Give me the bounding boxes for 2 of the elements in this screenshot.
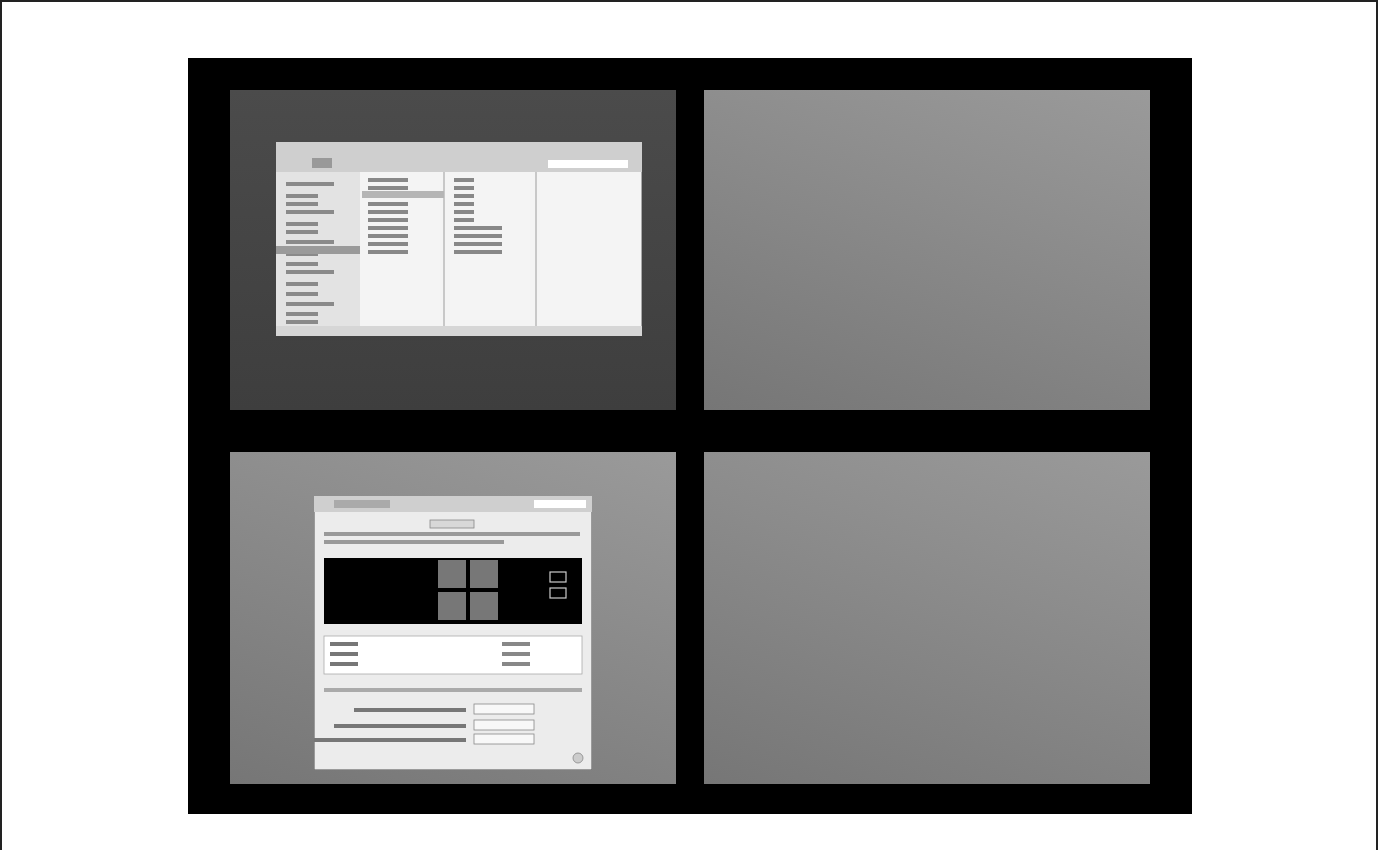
desktop-space[interactable] [229,90,675,410]
desktop-space[interactable] [229,452,675,784]
